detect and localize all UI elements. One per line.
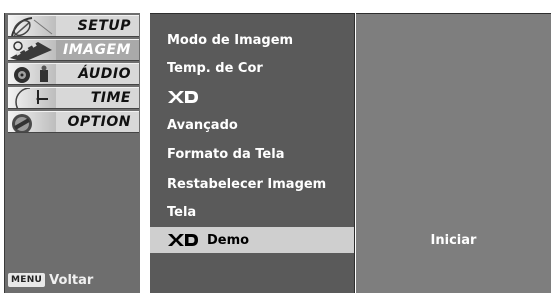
menu-item-tela[interactable]: Tela <box>150 199 354 225</box>
film-strip-icon <box>8 40 56 60</box>
menu-item-label: Demo <box>207 232 250 248</box>
submenu-option-label: Iniciar <box>430 232 477 248</box>
xd-logo-icon <box>167 90 199 104</box>
menu-item-formato-da-tela[interactable]: Formato da Tela <box>150 141 354 167</box>
menu-item-label: Temp. de Cor <box>167 60 263 76</box>
menu-key-icon: MENU <box>8 273 46 287</box>
back-hint[interactable]: MENU Voltar <box>8 271 93 289</box>
menu-item-label: Avançado <box>167 117 238 133</box>
category-label-imagem: IMAGEM <box>63 42 131 58</box>
option-badge-icon <box>8 112 56 132</box>
menu-item-temp-de-cor[interactable]: Temp. de Cor <box>150 55 354 81</box>
category-label-setup: SETUP <box>77 18 131 34</box>
category-label-option: OPTION <box>67 114 131 130</box>
submenu-option-iniciar[interactable]: Iniciar <box>356 227 551 253</box>
category-panel: SETUP IMAGEM ÁUDIO TIME OPTION MENU Volt… <box>4 13 140 293</box>
menu-item-modo-de-imagem[interactable]: Modo de Imagem <box>150 27 354 53</box>
category-tab-time[interactable]: TIME <box>8 87 139 109</box>
clock-icon <box>8 88 56 108</box>
category-label-time: TIME <box>90 90 131 106</box>
menu-item-avancado[interactable]: Avançado <box>150 112 354 138</box>
category-label-audio: ÁUDIO <box>78 66 131 82</box>
category-tab-setup[interactable]: SETUP <box>8 15 139 37</box>
speaker-icon <box>8 64 56 84</box>
menu-item-label: Modo de Imagem <box>167 32 294 48</box>
submenu-panel: Iniciar <box>356 13 551 293</box>
menu-item-label: Restabelecer Imagem <box>167 176 327 192</box>
back-label: Voltar <box>49 272 94 288</box>
menu-item-label: Formato da Tela <box>167 146 285 162</box>
menu-item-xd-demo[interactable]: Demo <box>150 227 354 253</box>
category-tab-audio[interactable]: ÁUDIO <box>8 63 139 85</box>
xd-logo-icon <box>167 233 199 247</box>
picture-menu: Modo de Imagem Temp. de Cor Avançado For… <box>150 13 355 293</box>
category-tab-option[interactable]: OPTION <box>8 111 139 133</box>
menu-item-restabelecer-imagem[interactable]: Restabelecer Imagem <box>150 171 354 197</box>
satellite-dish-icon <box>8 16 56 36</box>
menu-item-label: Tela <box>167 204 197 220</box>
menu-item-xd[interactable] <box>150 84 354 110</box>
category-tab-imagem[interactable]: IMAGEM <box>8 39 139 61</box>
